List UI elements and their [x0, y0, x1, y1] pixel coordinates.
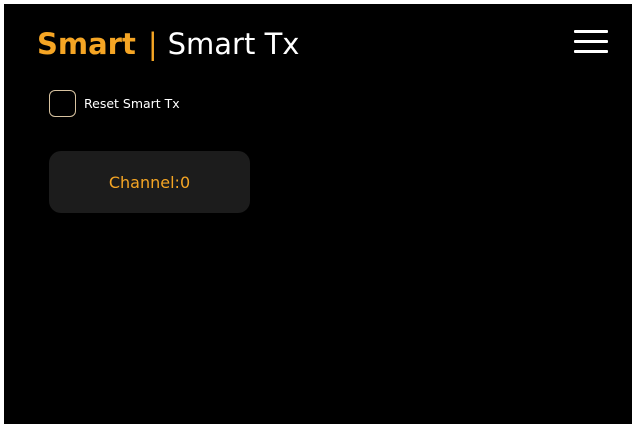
smart-tx-screen: Smart | Smart Tx Reset Smart Tx Channel:…	[4, 4, 632, 424]
hamburger-menu-icon[interactable]	[574, 27, 608, 57]
menu-bar-top	[574, 30, 608, 33]
page-header: Smart | Smart Tx	[37, 24, 299, 64]
brand-label: Smart	[37, 27, 136, 61]
page-title: Smart Tx	[167, 27, 300, 61]
reset-smart-tx-label: Reset Smart Tx	[84, 95, 180, 111]
reset-smart-tx-option[interactable]: Reset Smart Tx	[49, 88, 180, 118]
title-separator: |	[147, 27, 158, 61]
menu-bar-middle	[574, 40, 608, 43]
reset-smart-tx-checkbox[interactable]	[49, 89, 76, 117]
menu-bar-bottom	[574, 50, 608, 53]
channel-label: Channel:0	[108, 172, 191, 192]
channel-button[interactable]: Channel:0	[49, 151, 250, 213]
